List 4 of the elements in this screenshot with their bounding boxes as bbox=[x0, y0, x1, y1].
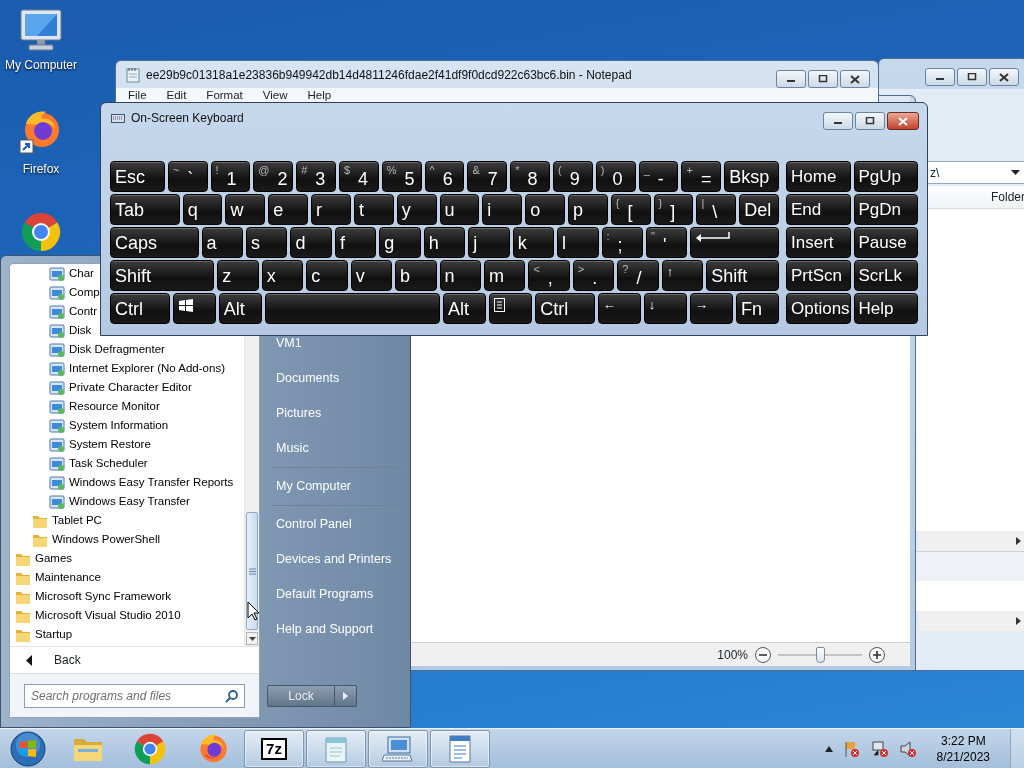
app-logo: 7z bbox=[261, 737, 287, 760]
zoom-level: 100% bbox=[717, 646, 748, 664]
window-title: On-Screen Keyboard bbox=[131, 110, 244, 127]
window-title: ee29b9c01318a1e23836b949942db14d4811246fdae2f41df9f0dcd922c63bc6.bin - Notepad bbox=[146, 66, 632, 84]
